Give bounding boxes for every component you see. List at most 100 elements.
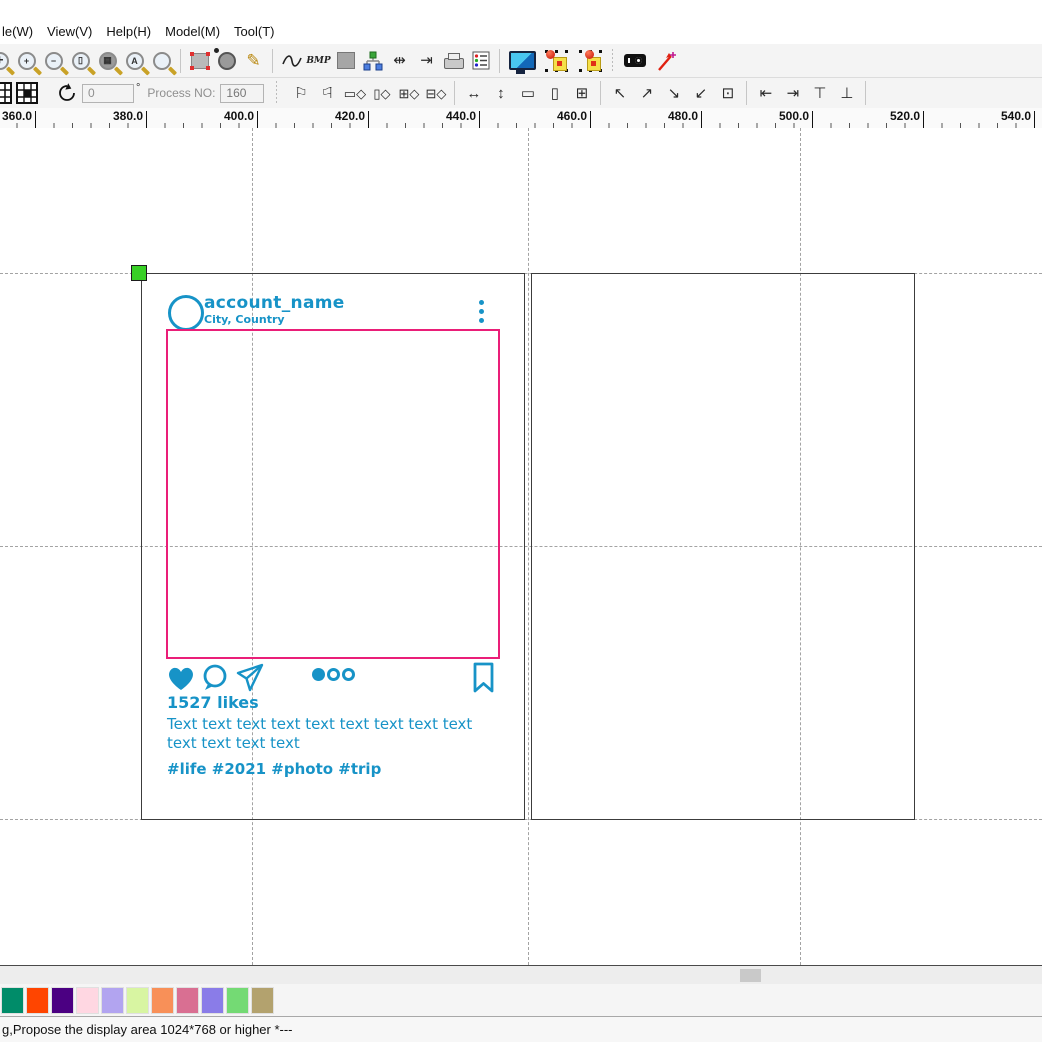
- palette-swatch[interactable]: [176, 987, 199, 1014]
- toolbar-separator: [180, 49, 181, 73]
- zoom-pick-icon[interactable]: [148, 48, 175, 74]
- palette-swatch[interactable]: [201, 987, 224, 1014]
- print-icon[interactable]: [440, 48, 467, 74]
- laser-camera-icon[interactable]: [618, 48, 652, 74]
- node-edit-icon[interactable]: [213, 48, 240, 74]
- corner-bottom-right-icon[interactable]: ↘: [660, 80, 687, 106]
- size-d-icon[interactable]: ⊟◇: [422, 80, 449, 106]
- curve-icon[interactable]: [278, 48, 305, 74]
- pagination-dots-icon: [312, 668, 355, 681]
- palette-swatch[interactable]: [151, 987, 174, 1014]
- process-no-label: Process NO:: [147, 86, 215, 100]
- squeeze-h-icon[interactable]: ↔: [460, 80, 487, 106]
- push-left-icon[interactable]: ⇤: [752, 80, 779, 106]
- push-top-icon[interactable]: ⊤: [806, 80, 833, 106]
- size-c-icon[interactable]: ⊞◇: [395, 80, 422, 106]
- simulate-icon[interactable]: [539, 48, 573, 74]
- zoom-page-icon[interactable]: ▯: [67, 48, 94, 74]
- palette-swatch[interactable]: [26, 987, 49, 1014]
- palette-swatch[interactable]: [1, 987, 24, 1014]
- distribute-h-icon[interactable]: ⇹: [386, 48, 413, 74]
- menu-bar: le(W) View(V) Help(H) Model(M) Tool(T): [0, 18, 1042, 44]
- scrollbar-thumb[interactable]: [740, 969, 761, 982]
- bitmap-icon[interactable]: BMP: [305, 48, 332, 74]
- toolbar-separator: [47, 81, 48, 105]
- ruler-unit-label: 500.0: [757, 109, 809, 123]
- account-name-text[interactable]: account_name: [204, 293, 345, 313]
- size-a-icon[interactable]: ▭◇: [341, 80, 368, 106]
- rotate-icon[interactable]: [53, 80, 80, 106]
- design-canvas[interactable]: account_name City, Country 1527 likes Te…: [0, 128, 1042, 965]
- avatar-circle[interactable]: [168, 295, 204, 331]
- rotate-angle-input[interactable]: [82, 84, 134, 103]
- push-right-icon[interactable]: ⇥: [779, 80, 806, 106]
- degree-symbol: °: [136, 82, 140, 94]
- bar-h-icon[interactable]: ▭: [514, 80, 541, 106]
- ruler-unit-label: 400.0: [202, 109, 254, 123]
- selection-origin-handle[interactable]: [131, 265, 147, 281]
- hashtags-text[interactable]: #life #2021 #photo #trip: [167, 760, 381, 778]
- menu-view[interactable]: View(V): [40, 21, 99, 42]
- zoom-area-icon[interactable]: A: [121, 48, 148, 74]
- photo-frame-rect[interactable]: [166, 329, 500, 659]
- horizontal-scrollbar[interactable]: [0, 965, 1042, 985]
- more-options-icon[interactable]: [479, 300, 484, 323]
- ruler-unit-label: 540.0: [979, 109, 1031, 123]
- comment-icon[interactable]: [201, 663, 231, 693]
- palette-swatch[interactable]: [251, 987, 274, 1014]
- ruler-unit-label: 460.0: [535, 109, 587, 123]
- simulate-output-icon[interactable]: [573, 48, 607, 74]
- menu-model[interactable]: Model(M): [158, 21, 227, 42]
- status-message: g,Propose the display area 1024*768 or h…: [0, 1022, 293, 1037]
- output-list-icon[interactable]: [467, 48, 494, 74]
- mirror-a-icon[interactable]: ⚐: [287, 80, 314, 106]
- array-cut-icon[interactable]: [0, 80, 12, 106]
- artboard-right[interactable]: [531, 273, 915, 820]
- palette-swatch[interactable]: [126, 987, 149, 1014]
- array-grid-icon[interactable]: [12, 80, 42, 106]
- pen-draw-icon[interactable]: ✎: [240, 48, 267, 74]
- rect-select-icon[interactable]: [186, 48, 213, 74]
- corner-top-left-icon[interactable]: ↖: [606, 80, 633, 106]
- bookmark-icon[interactable]: [472, 662, 496, 694]
- bar-v-icon[interactable]: ▯: [541, 80, 568, 106]
- mirror-b-icon[interactable]: ⚐: [314, 80, 341, 106]
- menu-help[interactable]: Help(H): [99, 21, 158, 42]
- heart-icon[interactable]: [166, 664, 196, 692]
- corner-bottom-left-icon[interactable]: ↙: [687, 80, 714, 106]
- color-palette: [0, 984, 1042, 1017]
- zoom-in-icon[interactable]: +: [13, 48, 40, 74]
- center-icon[interactable]: ⊡: [714, 80, 741, 106]
- preview-monitor-icon[interactable]: [505, 48, 539, 74]
- menu-handle[interactable]: le(W): [0, 21, 40, 42]
- grid-center-icon[interactable]: ⊞: [568, 80, 595, 106]
- palette-swatch[interactable]: [226, 987, 249, 1014]
- align-flag-icon[interactable]: ⇥: [413, 48, 440, 74]
- process-no-input[interactable]: [220, 84, 264, 103]
- laser-pointer-icon[interactable]: [652, 48, 679, 74]
- caption-line: text text text text: [167, 734, 472, 753]
- application-window: le(W) View(V) Help(H) Model(M) Tool(T) ✛…: [0, 0, 1042, 1042]
- location-text[interactable]: City, Country: [204, 313, 285, 326]
- palette-swatch[interactable]: [101, 987, 124, 1014]
- node-tree-icon[interactable]: [359, 48, 386, 74]
- corner-top-right-icon[interactable]: ↗: [633, 80, 660, 106]
- caption-line: Text text text text text text text text …: [167, 715, 472, 734]
- zoom-data-icon[interactable]: ▦: [94, 48, 121, 74]
- ruler-unit-label: 420.0: [313, 109, 365, 123]
- likes-text[interactable]: 1527 likes: [167, 693, 259, 712]
- ruler-major-tick: [701, 111, 702, 128]
- squeeze-v-icon[interactable]: ↕: [487, 80, 514, 106]
- palette-swatch[interactable]: [51, 987, 74, 1014]
- ruler-unit-label: 360.0: [0, 109, 32, 123]
- push-bottom-icon[interactable]: ⊥: [833, 80, 860, 106]
- size-b-icon[interactable]: ▯◇: [368, 80, 395, 106]
- share-icon[interactable]: [235, 663, 265, 693]
- toolbar-separator: [746, 81, 747, 105]
- palette-swatch[interactable]: [76, 987, 99, 1014]
- caption-text[interactable]: Text text text text text text text text …: [167, 715, 472, 753]
- menu-tool[interactable]: Tool(T): [227, 21, 281, 42]
- fill-square-icon[interactable]: [332, 48, 359, 74]
- zoom-out-icon[interactable]: −: [40, 48, 67, 74]
- pan-zoom-icon[interactable]: ✛: [0, 48, 13, 74]
